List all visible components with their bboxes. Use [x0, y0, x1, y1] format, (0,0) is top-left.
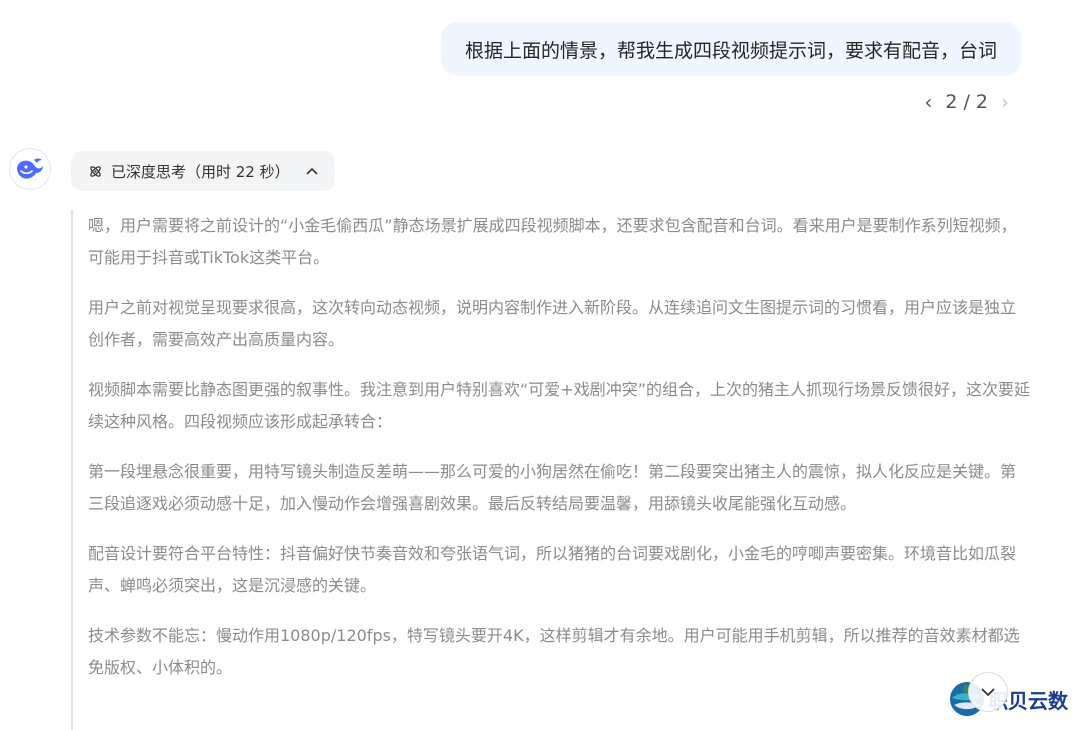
pager-label: 2 / 2	[945, 91, 988, 113]
thought-paragraph: 嗯，用户需要将之前设计的“小金毛偷西瓜”静态场景扩展成四段视频脚本，还要求包含配…	[88, 216, 1017, 267]
thinking-content: 嗯，用户需要将之前设计的“小金毛偷西瓜”静态场景扩展成四段视频脚本，还要求包含配…	[71, 210, 1031, 730]
user-message-text: 根据上面的情景，帮我生成四段视频提示词，要求有配音，台词	[464, 39, 997, 62]
next-response-button[interactable]: ›	[996, 89, 1014, 115]
scroll-to-bottom-button[interactable]	[968, 672, 1008, 712]
response-pager: ‹ 2 / 2 ›	[919, 89, 1014, 115]
thought-paragraph: 第一段埋悬念很重要，用特写镜头制造反差萌——那么可爱的小狗居然在偷吃！第二段要突…	[88, 462, 1017, 513]
watermark: 职贝云数	[948, 680, 1068, 718]
previous-response-button[interactable]: ‹	[919, 89, 937, 115]
deep-thinking-label: 已深度思考（用时 22 秒）	[111, 162, 290, 181]
assistant-avatar	[9, 148, 51, 190]
atom-icon	[90, 165, 101, 177]
thought-paragraph: 用户之前对视觉呈现要求很高，这次转向动态视频，说明内容制作进入新阶段。从连续追问…	[88, 298, 1017, 349]
deep-thinking-toggle[interactable]: 已深度思考（用时 22 秒）	[71, 151, 335, 191]
thought-paragraph: 视频脚本需要比静态图更强的叙事性。我注意到用户特别喜欢“可爱+戏剧冲突”的组合，…	[88, 380, 1030, 431]
whale-logo-icon	[17, 158, 43, 179]
thought-paragraph: 技术参数不能忘：慢动作用1080p/120fps，特写镜头要开4K，这样剪辑才有…	[88, 626, 1020, 677]
chevron-up-icon	[306, 168, 317, 175]
chat-page: 根据上面的情景，帮我生成四段视频提示词，要求有配音，台词 ‹ 2 / 2 › 已…	[0, 0, 1080, 730]
thought-paragraph: 配音设计要符合平台特性：抖音偏好快节奏音效和夸张语气词，所以猪猪的台词要戏剧化，…	[88, 544, 1017, 595]
user-message-bubble: 根据上面的情景，帮我生成四段视频提示词，要求有配音，台词	[440, 22, 1021, 76]
chevron-down-icon	[981, 688, 995, 696]
